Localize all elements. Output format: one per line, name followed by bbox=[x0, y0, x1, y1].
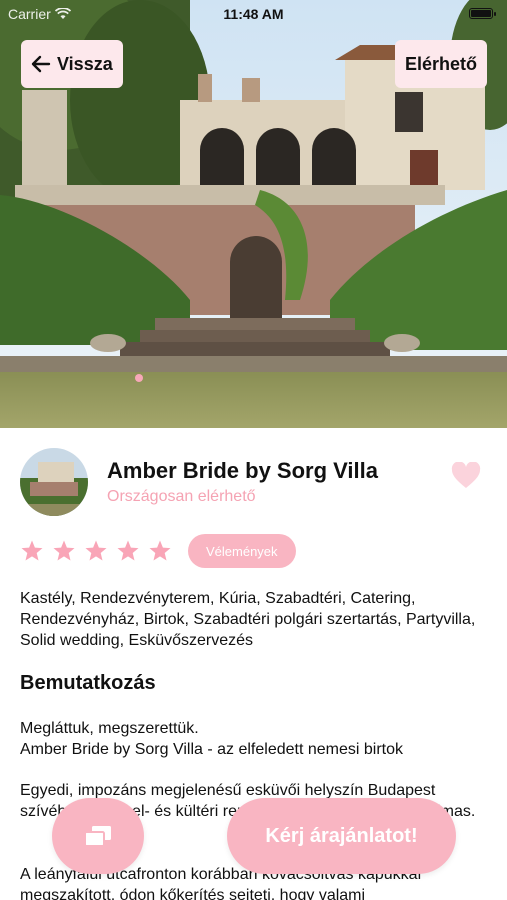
star-rating bbox=[20, 539, 172, 563]
vendor-header: Amber Bride by Sorg Villa Országosan elé… bbox=[20, 448, 487, 516]
gallery-icon bbox=[84, 826, 111, 847]
star-icon bbox=[53, 540, 75, 561]
intro-title: Bemutatkozás bbox=[20, 672, 156, 694]
carousel-page-indicator bbox=[135, 374, 143, 382]
back-button-label: Vissza bbox=[57, 53, 113, 74]
availability-label: Elérhető bbox=[404, 53, 477, 74]
star-icon bbox=[85, 540, 107, 561]
battery-icon bbox=[469, 8, 496, 19]
vendor-coverage: Országosan elérhető bbox=[107, 488, 256, 505]
vendor-name: Amber Bride by Sorg Villa bbox=[107, 458, 379, 483]
category-tags: Kastély, Rendezvényterem, Kúria, Szabadt… bbox=[20, 590, 476, 649]
heart-icon[interactable] bbox=[451, 462, 481, 490]
vendor-avatar bbox=[20, 448, 88, 516]
availability-button[interactable]: Elérhető bbox=[394, 40, 487, 88]
gallery-button[interactable] bbox=[52, 798, 144, 874]
arrow-left-icon bbox=[31, 55, 51, 73]
clock: 11:48 AM bbox=[223, 6, 284, 22]
star-icon bbox=[149, 540, 171, 561]
request-quote-button[interactable]: Kérj árajánlatot! bbox=[227, 798, 456, 874]
rating-row: Vélemények bbox=[20, 534, 296, 568]
star-icon bbox=[117, 540, 139, 561]
intro-paragraph: Megláttuk, megszerettük. Amber Bride by … bbox=[20, 720, 403, 758]
reviews-button[interactable]: Vélemények bbox=[188, 534, 296, 568]
status-bar: Carrier 11:48 AM bbox=[0, 0, 507, 28]
star-icon bbox=[21, 540, 43, 561]
back-button[interactable]: Vissza bbox=[21, 40, 123, 88]
